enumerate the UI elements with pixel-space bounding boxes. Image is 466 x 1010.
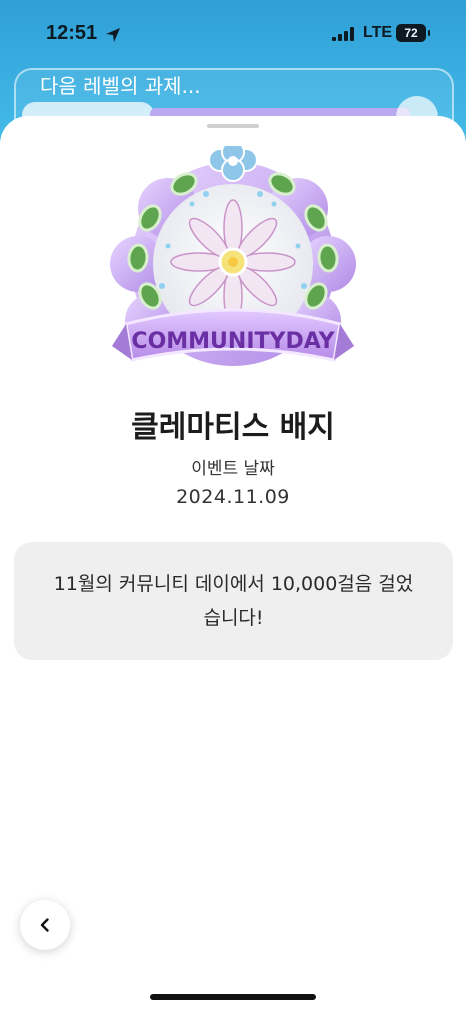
badge-banner-text: COMMUNITYDAY [131,329,335,354]
sheet-grabber[interactable] [207,124,259,128]
badge-description-card: 11월의 커뮤니티 데이에서 10,000걸음 걸었습니다! [14,542,453,660]
chevron-left-icon [40,918,49,932]
event-date-label: 이벤트 날짜 [191,459,275,479]
badge-description: 11월의 커뮤니티 데이에서 10,000걸음 걸었습니다! [53,573,414,629]
home-indicator[interactable] [150,994,316,1000]
battery-indicator: 72 [396,24,430,42]
status-bar: 12:51 LTE 72 [0,0,466,70]
location-arrow-icon [106,28,120,42]
clematis-badge-image: COMMUNITYDAY [110,146,356,366]
cellular-signal-icon [332,27,354,41]
event-date-value: 2024.11.09 [176,486,290,508]
network-type: LTE [363,24,393,41]
badge-name: 클레마티스 배지 [131,410,335,445]
status-time: 12:51 [46,22,98,44]
back-button[interactable] [20,900,70,950]
badge-detail-sheet: COMMUNITYDAY 클레마티스 배지 이벤트 날짜 2024.11.09 … [0,116,466,1010]
background-title: 다음 레벨의 과제... [40,74,201,98]
